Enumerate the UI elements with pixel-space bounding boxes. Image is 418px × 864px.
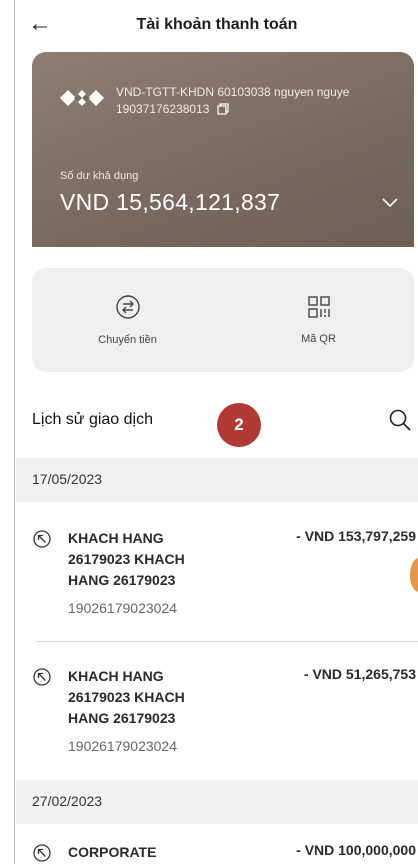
divider: [36, 641, 418, 642]
screen: ← Tài khoản thanh toán VND-TGTT-KHDN 601…: [0, 0, 418, 864]
history-header: Lịch sử giao dịch 2: [16, 386, 418, 456]
transaction-name: CORPORATE: [68, 844, 157, 860]
copy-icon[interactable]: [217, 103, 230, 115]
date-header: 17/05/2023: [16, 458, 418, 502]
top-bar: ← Tài khoản thanh toán: [16, 0, 418, 50]
history-title: Lịch sử giao dịch: [32, 411, 153, 428]
qr-label: Mã QR: [301, 333, 336, 345]
transaction-amount: - VND 51,265,753: [303, 666, 416, 682]
date-label: 17/05/2023: [32, 471, 103, 487]
account-number: 19037176238013: [116, 102, 210, 116]
transfer-label: Chuyển tiền: [98, 334, 157, 346]
outgoing-arrow-icon: [33, 668, 51, 686]
qr-button[interactable]: Mã QR: [223, 268, 414, 372]
outgoing-arrow-icon: [33, 844, 51, 862]
step-badge: 2: [217, 403, 261, 447]
transaction-item[interactable]: KHACH HANG 26179023 KHACH HANG 26179023 …: [16, 522, 418, 626]
account-name: VND-TGTT-KHDN 60103038 nguyen nguye: [116, 85, 350, 99]
date-header: 27/02/2023: [16, 780, 418, 824]
transfer-button[interactable]: Chuyển tiền: [32, 268, 223, 372]
search-icon[interactable]: [388, 408, 412, 432]
date-label: 27/02/2023: [32, 793, 103, 809]
chevron-down-icon[interactable]: [382, 198, 398, 208]
transaction-amount: - VND 100,000,000: [296, 842, 416, 858]
transaction-amount: - VND 153,797,259: [296, 528, 416, 544]
left-border: [14, 0, 15, 864]
quick-actions: Chuyển tiền Mã QR: [32, 268, 414, 372]
arrow-left-icon[interactable]: ←: [28, 10, 52, 38]
account-card[interactable]: VND-TGTT-KHDN 60103038 nguyen nguye 1903…: [32, 52, 414, 247]
transfer-icon: [115, 295, 140, 319]
balance-value: VND 15,564,121,837: [60, 189, 281, 215]
transaction-item[interactable]: CORPORATE - VND 100,000,000: [16, 836, 418, 864]
transaction-item[interactable]: KHACH HANG 26179023 KHACH HANG 26179023 …: [16, 660, 418, 764]
page-title: Tài khoản thanh toán: [136, 16, 298, 33]
account-number-row: 19037176238013: [116, 102, 230, 116]
outgoing-arrow-icon: [33, 530, 51, 548]
transaction-account: 19026179023024: [68, 600, 178, 616]
transaction-account: 19026179023024: [68, 738, 178, 754]
qr-icon: [307, 296, 330, 318]
bank-logo-icon: [60, 90, 104, 106]
balance-label: Số dư khả dụng: [60, 170, 139, 182]
transaction-name: KHACH HANG 26179023 KHACH HANG 26179023: [68, 530, 185, 588]
transaction-name: KHACH HANG 26179023 KHACH HANG 26179023: [68, 668, 185, 726]
